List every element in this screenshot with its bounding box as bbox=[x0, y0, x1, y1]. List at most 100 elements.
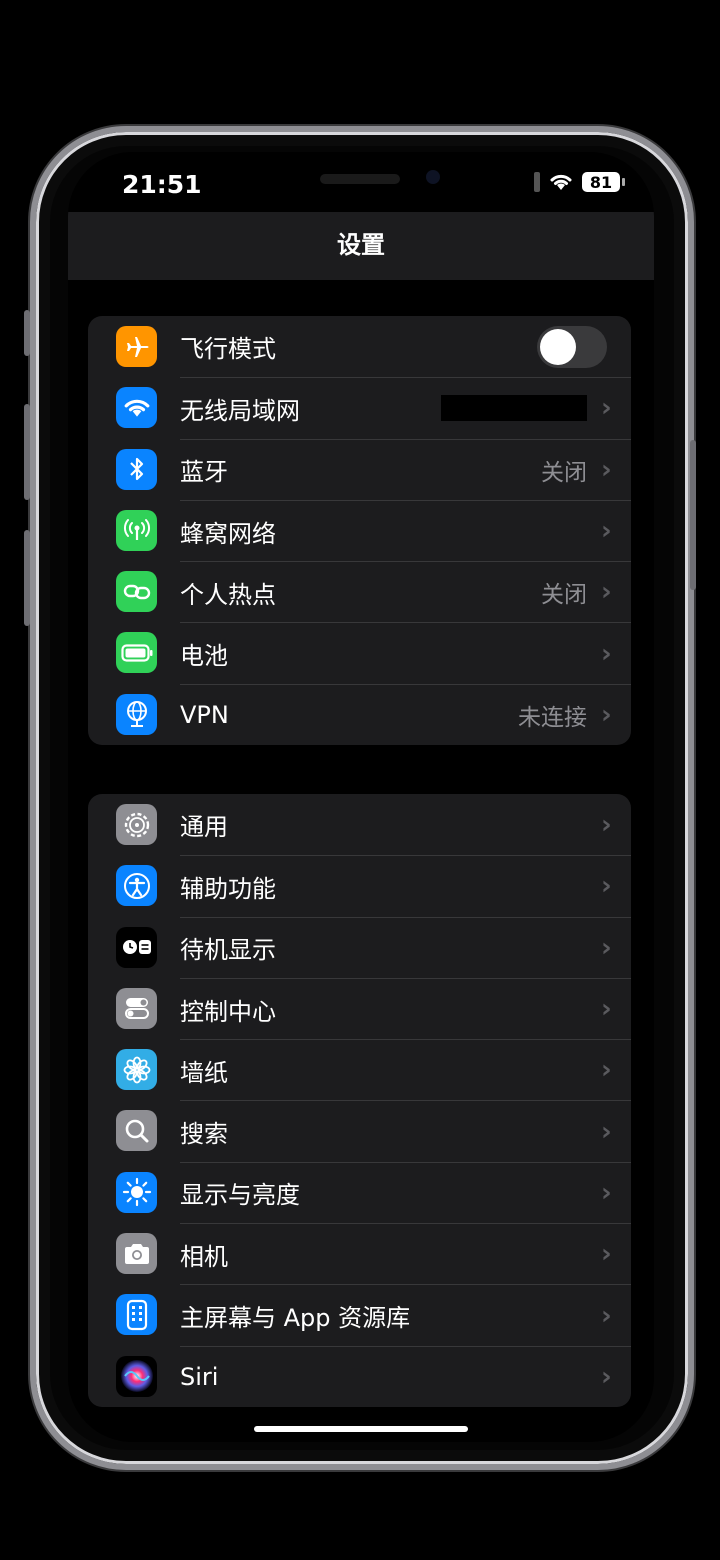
search-label: 搜索 bbox=[180, 1120, 228, 1149]
toggle-knob bbox=[540, 329, 576, 365]
page-title: 设置 bbox=[337, 230, 385, 259]
personal-hotspot-label: 个人热点 bbox=[180, 580, 276, 609]
silent-switch bbox=[24, 310, 30, 356]
row-body: 搜索 › bbox=[180, 1100, 631, 1161]
row-body: 相机 › bbox=[180, 1223, 631, 1284]
cellular-icon bbox=[116, 509, 157, 551]
row-bluetooth[interactable]: 蓝牙 关闭 › bbox=[88, 438, 631, 500]
chevron-right-icon: › bbox=[601, 1300, 612, 1331]
chevron-right-icon: › bbox=[601, 638, 612, 669]
chevron-right-icon: › bbox=[601, 577, 612, 608]
chevron-right-icon: › bbox=[601, 1177, 612, 1208]
row-body: 辅助功能 › bbox=[180, 855, 631, 916]
siri-label: Siri bbox=[180, 1362, 219, 1391]
gear-icon bbox=[116, 804, 157, 845]
control-center-label: 控制中心 bbox=[180, 997, 276, 1026]
camera-label: 相机 bbox=[180, 1242, 228, 1271]
general-label: 通用 bbox=[180, 813, 228, 842]
chevron-right-icon: › bbox=[601, 393, 612, 424]
row-battery[interactable]: 电池 › bbox=[88, 622, 631, 683]
control-center-icon bbox=[116, 987, 157, 1029]
row-accessibility[interactable]: 辅助功能 › bbox=[88, 855, 631, 916]
row-wifi[interactable]: 无线局域网 › bbox=[88, 377, 631, 438]
chevron-right-icon: › bbox=[601, 1361, 612, 1392]
row-standby[interactable]: 待机显示 › bbox=[88, 916, 631, 978]
battery-label: 电池 bbox=[180, 642, 228, 671]
earpiece-speaker bbox=[320, 174, 400, 184]
wallpaper-label: 墙纸 bbox=[180, 1058, 228, 1087]
row-body: VPN 未连接 › bbox=[180, 683, 631, 745]
row-body: Siri › bbox=[180, 1345, 631, 1407]
home-indicator[interactable] bbox=[254, 1426, 468, 1432]
vpn-globe-icon bbox=[116, 693, 157, 735]
wifi-label: 无线局域网 bbox=[180, 396, 300, 425]
cellular-label: 蜂窝网络 bbox=[180, 519, 276, 548]
phone-screen: 21:51 81 设置 飞行模式 无线局域网 › 蓝牙 关闭 › 蜂窝网络 › … bbox=[68, 152, 654, 1442]
camera-icon bbox=[116, 1233, 157, 1275]
front-camera bbox=[426, 170, 440, 184]
status-indicators: 81 bbox=[534, 172, 625, 192]
accessibility-label: 辅助功能 bbox=[180, 874, 276, 903]
row-home-screen[interactable]: 主屏幕与 App 资源库 › bbox=[88, 1284, 631, 1345]
bluetooth-icon bbox=[116, 448, 157, 490]
hotspot-status-value: 关闭 bbox=[541, 582, 587, 609]
row-cellular[interactable]: 蜂窝网络 › bbox=[88, 499, 631, 561]
wifi-status-icon bbox=[550, 174, 572, 190]
general-settings-group: 通用 › 辅助功能 › 待机显示 › 控制中心 › 墙纸 › 搜索 › 显示与亮… bbox=[88, 794, 631, 1407]
row-control-center[interactable]: 控制中心 › bbox=[88, 977, 631, 1039]
chevron-right-icon: › bbox=[601, 699, 612, 730]
chevron-right-icon: › bbox=[601, 809, 612, 840]
row-body: 无线局域网 › bbox=[180, 377, 631, 438]
wifi-network-name-redacted bbox=[441, 395, 587, 422]
battery-status-icon: 81 bbox=[582, 172, 625, 192]
volume-down-button bbox=[24, 530, 30, 626]
wallpaper-flower-icon bbox=[116, 1049, 157, 1091]
row-airplane-mode[interactable]: 飞行模式 bbox=[88, 316, 631, 377]
row-body: 蓝牙 关闭 › bbox=[180, 438, 631, 500]
vpn-label: VPN bbox=[180, 700, 229, 729]
battery-icon bbox=[116, 632, 157, 674]
chevron-right-icon: › bbox=[601, 454, 612, 485]
home-screen-label: 主屏幕与 App 资源库 bbox=[180, 1304, 411, 1333]
row-general[interactable]: 通用 › bbox=[88, 794, 631, 855]
row-body: 待机显示 › bbox=[180, 916, 631, 978]
row-body: 控制中心 › bbox=[180, 977, 631, 1039]
bluetooth-status-value: 关闭 bbox=[541, 459, 587, 486]
row-siri[interactable]: Siri › bbox=[88, 1345, 631, 1407]
row-camera[interactable]: 相机 › bbox=[88, 1223, 631, 1284]
airplane-icon bbox=[116, 326, 157, 367]
status-bar: 21:51 81 bbox=[68, 152, 654, 212]
status-time: 21:51 bbox=[122, 170, 202, 199]
row-body: 个人热点 关闭 › bbox=[180, 561, 631, 622]
cellular-signal-icon bbox=[534, 172, 540, 192]
power-button bbox=[690, 440, 696, 590]
standby-icon bbox=[116, 926, 157, 968]
bluetooth-label: 蓝牙 bbox=[180, 458, 228, 487]
row-personal-hotspot[interactable]: 个人热点 关闭 › bbox=[88, 561, 631, 622]
row-wallpaper[interactable]: 墙纸 › bbox=[88, 1039, 631, 1100]
row-body: 显示与亮度 › bbox=[180, 1161, 631, 1223]
vpn-status-value: 未连接 bbox=[518, 704, 587, 731]
display-brightness-label: 显示与亮度 bbox=[180, 1181, 300, 1210]
chevron-right-icon: › bbox=[601, 516, 612, 547]
brightness-sun-icon bbox=[116, 1171, 157, 1213]
wifi-icon bbox=[116, 387, 157, 429]
row-body: 墙纸 › bbox=[180, 1039, 631, 1100]
row-vpn[interactable]: VPN 未连接 › bbox=[88, 683, 631, 745]
chevron-right-icon: › bbox=[601, 1116, 612, 1147]
siri-icon bbox=[116, 1355, 157, 1397]
airplane-mode-toggle[interactable] bbox=[537, 326, 607, 368]
chevron-right-icon: › bbox=[601, 994, 612, 1025]
row-body: 蜂窝网络 › bbox=[180, 499, 631, 561]
navigation-header: 设置 bbox=[68, 212, 654, 280]
chevron-right-icon: › bbox=[601, 1055, 612, 1086]
connectivity-group: 飞行模式 无线局域网 › 蓝牙 关闭 › 蜂窝网络 › 个人热点 关闭 › 电池… bbox=[88, 316, 631, 746]
volume-up-button bbox=[24, 404, 30, 500]
chevron-right-icon: › bbox=[601, 1239, 612, 1270]
row-body: 电池 › bbox=[180, 622, 631, 683]
row-search[interactable]: 搜索 › bbox=[88, 1100, 631, 1161]
row-display-brightness[interactable]: 显示与亮度 › bbox=[88, 1161, 631, 1223]
search-icon bbox=[116, 1110, 157, 1152]
row-body: 主屏幕与 App 资源库 › bbox=[180, 1284, 631, 1345]
accessibility-icon bbox=[116, 865, 157, 907]
